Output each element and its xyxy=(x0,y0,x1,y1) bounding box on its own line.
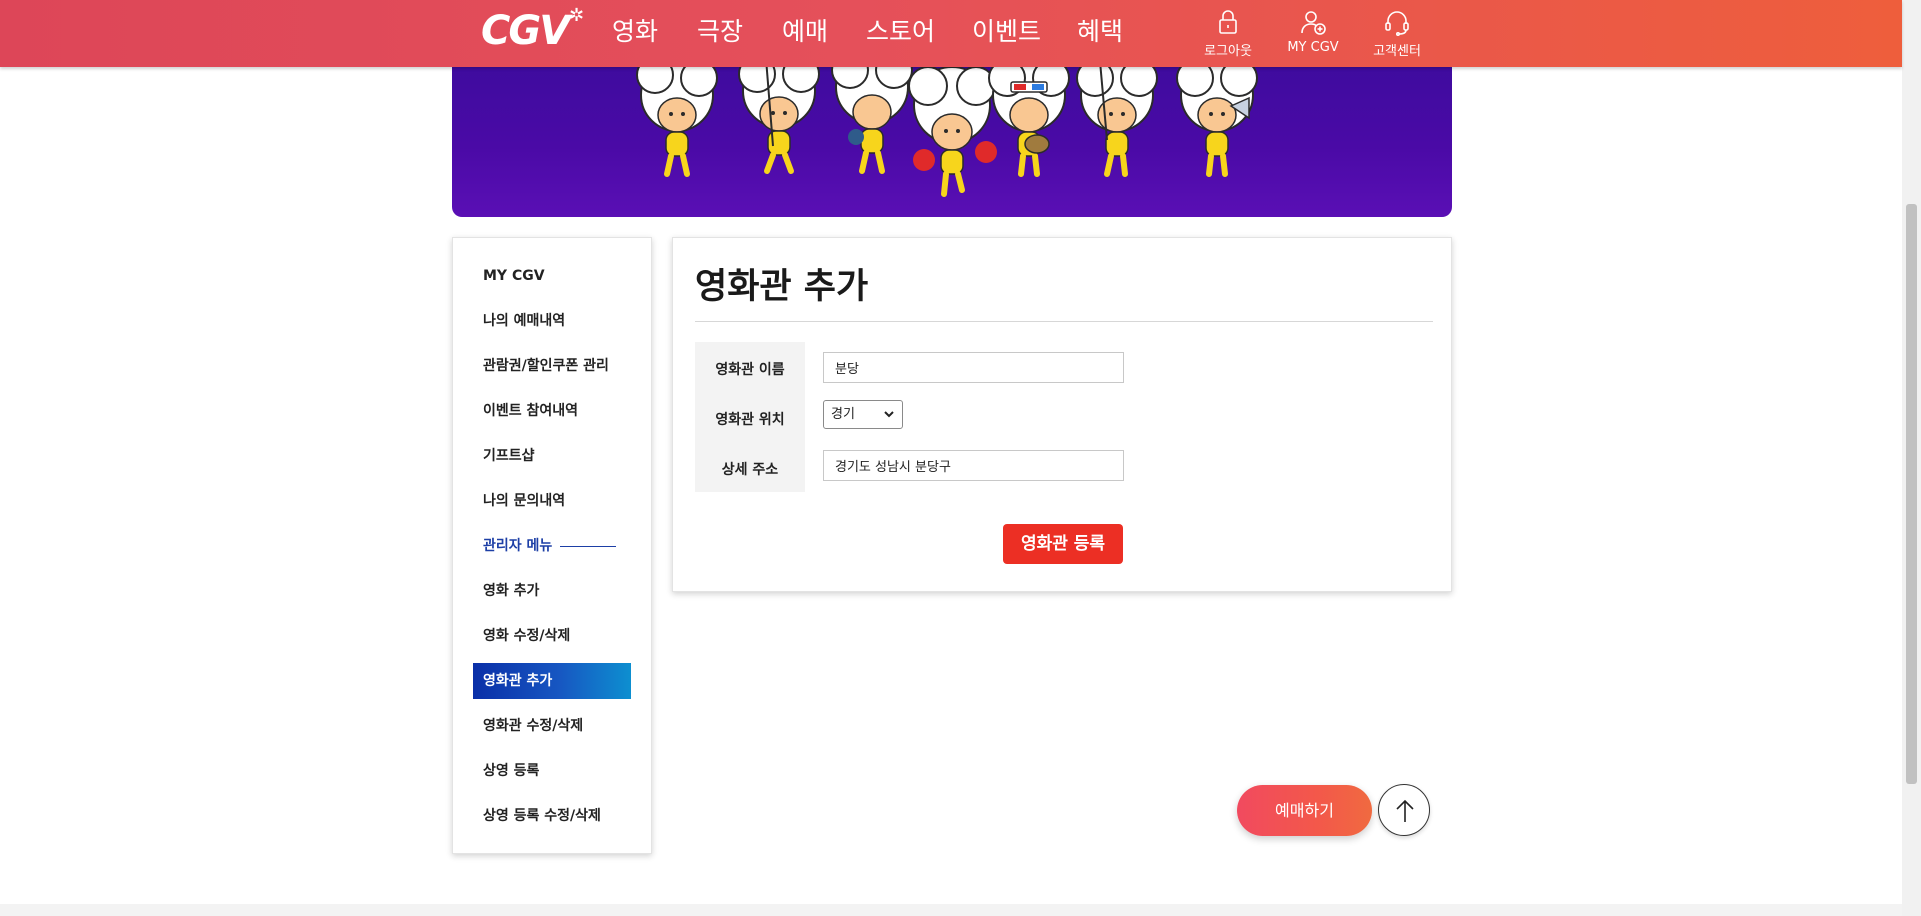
my-cgv-sidebar: MY CGV 나의 예매내역 관람권/할인쿠폰 관리 이벤트 참여내역 기프트샵… xyxy=(452,237,652,854)
sidebar-item-my-cgv[interactable]: MY CGV xyxy=(473,258,631,294)
mascot xyxy=(1176,58,1258,177)
nav-item-store[interactable]: 스토어 xyxy=(866,14,935,50)
theater-name-input[interactable] xyxy=(823,352,1124,383)
mascot xyxy=(908,66,997,197)
customer-center-label: 고객센터 xyxy=(1373,44,1421,59)
customer-center-link[interactable]: 고객센터 xyxy=(1357,8,1437,59)
user-add-icon xyxy=(1301,11,1326,35)
mascot xyxy=(636,56,718,177)
sidebar-item-gift-shop[interactable]: 기프트샵 xyxy=(473,438,631,474)
arrow-up-icon xyxy=(1396,799,1414,822)
scroll-to-top-button[interactable] xyxy=(1378,784,1430,836)
my-cgv-label: MY CGV xyxy=(1287,40,1339,55)
sidebar-item-add-theater[interactable]: 영화관 추가 xyxy=(473,663,631,699)
cgv-logo[interactable]: CGV ✲ xyxy=(481,5,585,55)
logo-star-icon: ✲ xyxy=(569,5,585,26)
logo-text: CGV xyxy=(481,8,570,54)
lock-icon xyxy=(1219,10,1237,34)
sidebar-item-add-screening[interactable]: 상영 등록 xyxy=(473,753,631,789)
sidebar-item-edit-screening[interactable]: 상영 등록 수정/삭제 xyxy=(473,798,631,834)
mascot xyxy=(988,58,1070,177)
footer-edge xyxy=(0,904,1902,916)
section-divider xyxy=(560,545,617,547)
logout-link[interactable]: 로그아웃 xyxy=(1188,8,1268,59)
sidebar-item-inquiries[interactable]: 나의 문의내역 xyxy=(473,483,631,519)
register-theater-button[interactable]: 영화관 등록 xyxy=(1003,524,1123,564)
sidebar-item-edit-movie[interactable]: 영화 수정/삭제 xyxy=(473,618,631,654)
nav-item-booking[interactable]: 예매 xyxy=(782,14,828,50)
add-theater-panel: 영화관 추가 영화관 이름 영화관 위치 상세 주소 경기 영화관 등록 xyxy=(672,237,1452,592)
location-selected-value: 경기 xyxy=(831,407,855,422)
nav-item-benefit[interactable]: 혜택 xyxy=(1077,14,1123,50)
mascot xyxy=(1076,49,1158,177)
sidebar-section-admin: 관리자 메뉴 xyxy=(473,528,631,564)
floating-booking-button[interactable]: 예매하기 xyxy=(1237,785,1372,836)
nav-item-theater[interactable]: 극장 xyxy=(697,14,743,50)
chevron-down-icon xyxy=(884,411,894,418)
page-scrollbar[interactable] xyxy=(1902,0,1921,916)
sidebar-item-my-bookings[interactable]: 나의 예매내역 xyxy=(473,303,631,339)
theater-location-select[interactable]: 경기 xyxy=(823,400,903,429)
form-label-column: 영화관 이름 영화관 위치 상세 주소 xyxy=(695,342,805,492)
sidebar-item-event-history[interactable]: 이벤트 참여내역 xyxy=(473,393,631,429)
global-header: CGV ✲ 영화 극장 예매 스토어 이벤트 혜택 로그아웃 MY CGV 고객… xyxy=(0,0,1902,67)
headset-icon xyxy=(1385,11,1409,36)
sidebar-item-coupons[interactable]: 관람권/할인쿠폰 관리 xyxy=(473,348,631,384)
my-cgv-link[interactable]: MY CGV xyxy=(1273,8,1353,55)
sidebar-item-edit-theater[interactable]: 영화관 수정/삭제 xyxy=(473,708,631,744)
sidebar-item-add-movie[interactable]: 영화 추가 xyxy=(473,573,631,609)
scrollbar-thumb[interactable] xyxy=(1906,204,1917,784)
nav-item-movie[interactable]: 영화 xyxy=(612,14,658,50)
title-divider xyxy=(695,321,1433,322)
mascot xyxy=(831,50,913,174)
sidebar-section-label: 관리자 메뉴 xyxy=(483,538,553,554)
logout-label: 로그아웃 xyxy=(1204,44,1252,59)
nav-item-event[interactable]: 이벤트 xyxy=(972,14,1041,50)
address-input[interactable] xyxy=(823,450,1124,481)
address-label: 상세 주소 xyxy=(721,462,779,478)
theater-location-label: 영화관 위치 xyxy=(715,412,785,428)
theater-name-label: 영화관 이름 xyxy=(715,362,785,378)
page-title: 영화관 추가 xyxy=(695,267,869,307)
